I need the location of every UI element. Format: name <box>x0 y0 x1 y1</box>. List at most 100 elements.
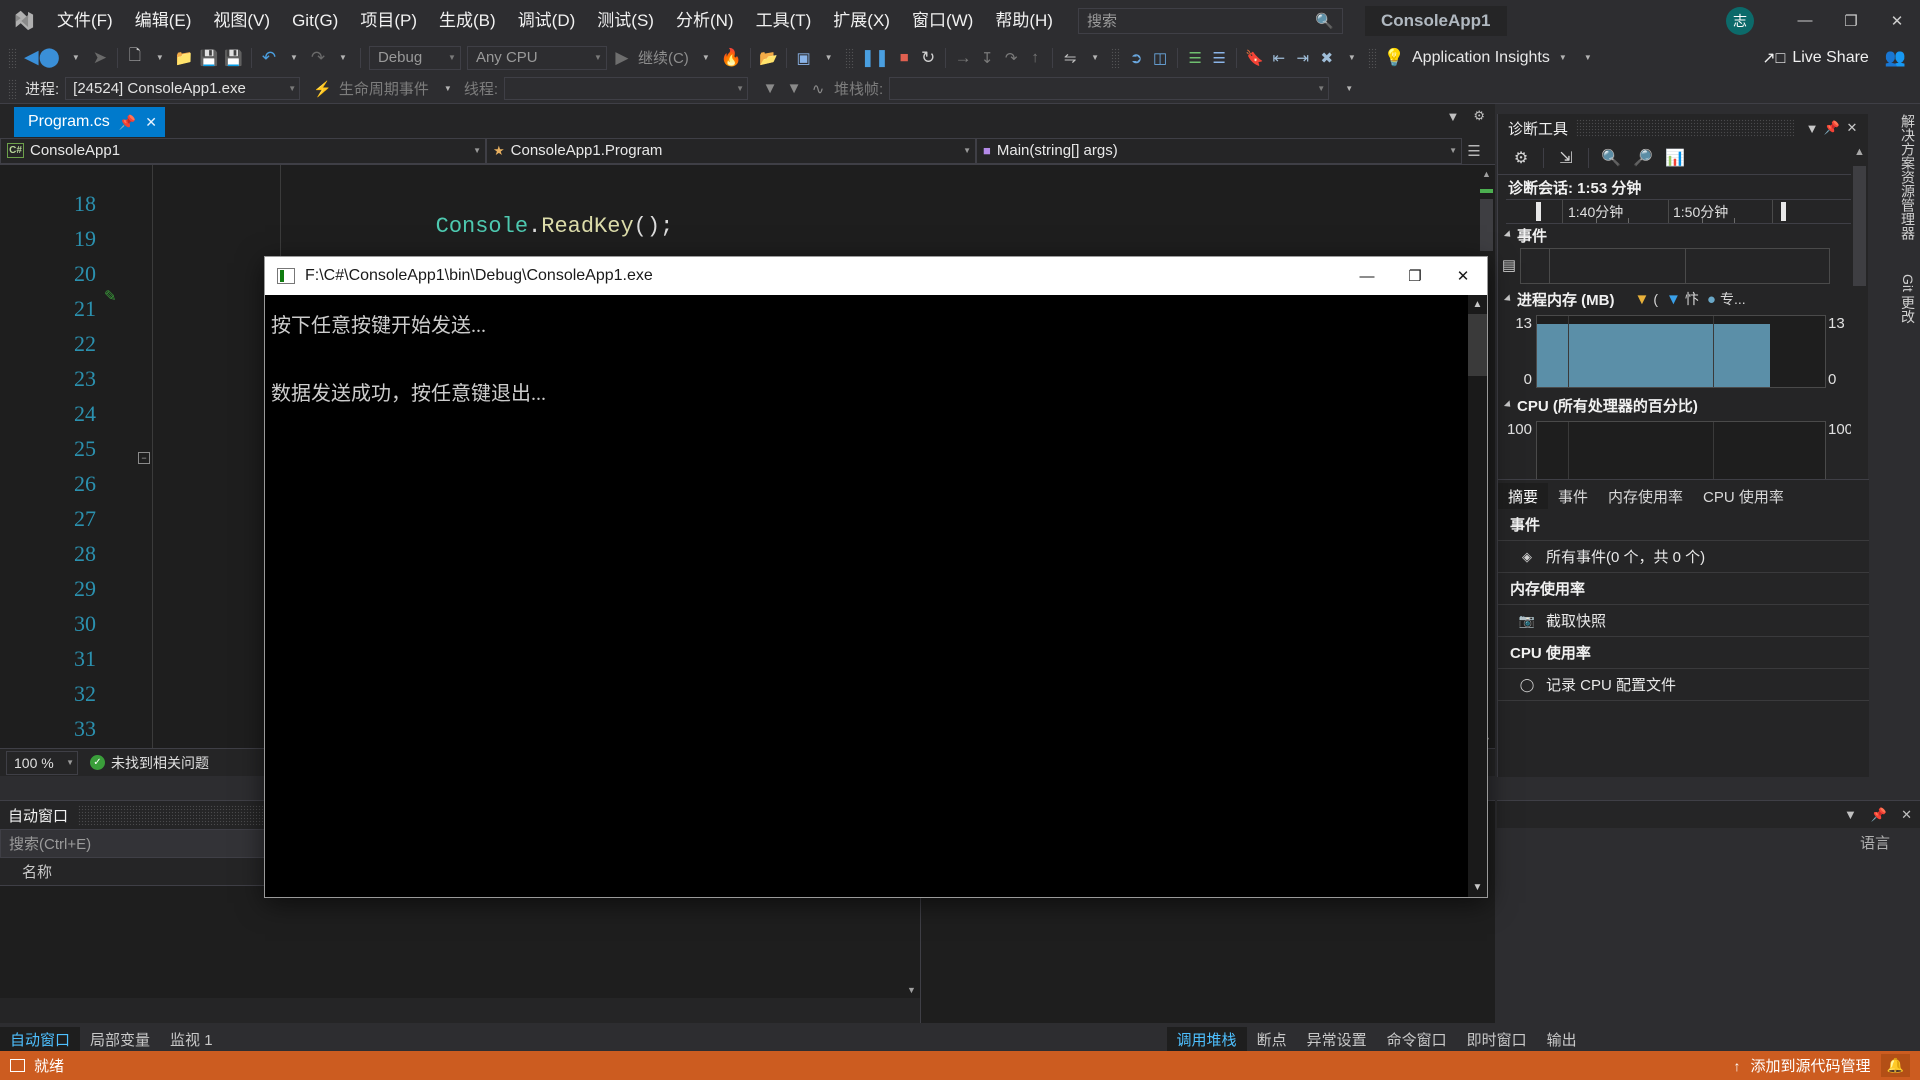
split-view-icon[interactable]: ☰ <box>1462 138 1486 164</box>
window-close-button[interactable]: ✕ <box>1874 0 1920 41</box>
export-icon[interactable]: ⇲ <box>1551 145 1581 171</box>
vtab-solution-explorer[interactable]: 解决方案资源管理器 <box>1894 104 1920 250</box>
diagnostic-vertical-scrollbar[interactable]: ▲ ▼ <box>1851 142 1868 509</box>
panel-drag-area[interactable] <box>1576 119 1794 137</box>
outlining-collapse-icon[interactable]: − <box>138 452 150 464</box>
tab-command-window[interactable]: 命令窗口 <box>1377 1027 1457 1051</box>
autos-rows[interactable]: ▼ <box>0 886 920 998</box>
continue-dropdown-icon[interactable]: ▼ <box>694 45 718 71</box>
toolbar-overflow-icon[interactable]: ▼ <box>1576 45 1600 71</box>
menu-analyze[interactable]: 分析(N) <box>665 0 745 41</box>
bell-icon[interactable]: 🔔 <box>1880 1054 1910 1077</box>
thread-select[interactable]: ▼ <box>504 77 749 100</box>
pin-icon[interactable]: 📌 <box>1822 120 1842 136</box>
tab-program-cs[interactable]: Program.cs 📌 ✕ <box>14 107 165 137</box>
scroll-up-arrow[interactable]: ▲ <box>1851 142 1868 162</box>
continue-button-label[interactable]: 继续(C) <box>634 47 693 68</box>
vtab-git-changes[interactable]: Git 更改 <box>1894 264 1920 334</box>
console-maximize-button[interactable]: ❐ <box>1391 257 1439 295</box>
scroll-up-arrow[interactable]: ▲ <box>1478 165 1495 182</box>
console-title-bar[interactable]: F:\C#\ConsoleApp1\bin\Debug\ConsoleApp1.… <box>265 257 1487 295</box>
upload-arrow-icon[interactable]: ↑ <box>1734 1058 1741 1074</box>
console-window[interactable]: F:\C#\ConsoleApp1\bin\Debug\ConsoleApp1.… <box>265 257 1487 897</box>
scroll-up-arrow[interactable]: ▲ <box>1468 295 1487 314</box>
summary-item-all-events[interactable]: ◈ 所有事件(0 个，共 0 个) <box>1498 541 1869 573</box>
chevron-down-icon[interactable]: ▼ <box>1802 121 1822 136</box>
diagnostic-cpu-section[interactable]: CPU (所有处理器的百分比) <box>1498 394 1868 416</box>
menu-file[interactable]: 文件(F) <box>46 0 124 41</box>
gear-icon[interactable]: ⚙ <box>1506 145 1536 171</box>
lifecycle-events-icon[interactable]: ⚡ <box>310 76 335 102</box>
tab-immediate-window[interactable]: 即时窗口 <box>1457 1027 1537 1051</box>
redo-icon[interactable]: ↷ <box>306 45 330 71</box>
stop-icon[interactable]: ■ <box>892 45 916 71</box>
filter-icon[interactable]: ▼ <box>758 76 782 102</box>
console-output-area[interactable]: 按下任意按键开始发送... 数据发送成功，按任意键退出... ▲ ▼ <box>265 295 1487 897</box>
save-icon[interactable]: 💾 <box>197 45 222 71</box>
bookmark-clear-icon[interactable]: ✖ <box>1315 45 1339 71</box>
bookmark-previous-icon[interactable]: ⇤ <box>1267 45 1291 71</box>
tab-exception-settings[interactable]: 异常设置 <box>1297 1027 1377 1051</box>
menu-help[interactable]: 帮助(H) <box>984 0 1064 41</box>
navigate-back-icon[interactable]: ◀⬤ <box>21 45 63 71</box>
undo-icon[interactable]: ↶ <box>257 45 281 71</box>
tab-locals[interactable]: 局部变量 <box>80 1027 160 1051</box>
live-share-button[interactable]: ↗□ Live Share <box>1762 48 1869 68</box>
live-visual-tree-icon[interactable]: ▣ <box>792 45 816 71</box>
console-close-button[interactable]: ✕ <box>1439 257 1487 295</box>
tab-events[interactable]: 事件 <box>1548 483 1598 509</box>
zoom-out-icon[interactable]: 🔎 <box>1628 145 1658 171</box>
lightbulb-icon[interactable]: 💡 <box>1381 45 1408 71</box>
autos-vertical-scrollbar[interactable]: ▼ <box>903 886 920 998</box>
new-file-dropdown-icon[interactable]: ▼ <box>148 45 172 71</box>
tab-memory-usage[interactable]: 内存使用率 <box>1598 483 1693 509</box>
menu-view[interactable]: 视图(V) <box>202 0 281 41</box>
compare-dropdown-icon[interactable]: ▼ <box>1083 45 1107 71</box>
scroll-down-arrow[interactable]: ▼ <box>903 981 920 998</box>
timeline-marker-current[interactable] <box>1781 202 1786 221</box>
debugbar-overflow-icon[interactable]: ▼ <box>1337 76 1361 102</box>
console-vertical-scrollbar[interactable]: ▲ ▼ <box>1468 295 1487 897</box>
toolbar-grip-2[interactable] <box>844 47 854 68</box>
avatar[interactable]: 志 <box>1726 6 1754 35</box>
step-out-icon[interactable]: ↷ <box>999 45 1023 71</box>
summary-item-take-snapshot[interactable]: 📷 截取快照 <box>1498 605 1869 637</box>
events-track[interactable] <box>1520 248 1830 284</box>
diagnostic-memory-section[interactable]: 进程内存 (MB) ▼ ( ▼ 忭 ● 专... <box>1498 288 1868 310</box>
step-into-icon[interactable]: ↧ <box>975 45 999 71</box>
filter-collapse-icon[interactable]: ▼ <box>782 76 806 102</box>
lifecycle-dropdown-icon[interactable]: ▼ <box>436 76 460 102</box>
application-insights-label[interactable]: Application Insights <box>1412 49 1550 67</box>
compare-icon[interactable]: ⇋ <box>1058 45 1082 71</box>
tab-summary[interactable]: 摘要 <box>1498 483 1549 509</box>
thread-marker-icon[interactable]: ∿ <box>806 76 830 102</box>
bookmark-next-icon[interactable]: ⇥ <box>1291 45 1315 71</box>
menu-edit[interactable]: 编辑(E) <box>124 0 203 41</box>
step-over-icon[interactable]: → <box>951 45 975 71</box>
tab-autos[interactable]: 自动窗口 <box>0 1027 81 1051</box>
scrollbar-thumb[interactable] <box>1480 199 1493 251</box>
menu-window[interactable]: 窗口(W) <box>901 0 984 41</box>
menu-test[interactable]: 测试(S) <box>586 0 665 41</box>
close-icon[interactable]: ✕ <box>1842 120 1862 136</box>
scroll-down-arrow[interactable]: ▼ <box>1468 878 1487 897</box>
toggle-panel-icon[interactable]: ◫ <box>1148 45 1172 71</box>
platform-select[interactable]: Any CPU ▼ <box>466 45 607 70</box>
indent-icon[interactable]: ☰ <box>1183 45 1207 71</box>
process-select[interactable]: [24524] ConsoleApp1.exe ▼ <box>65 77 301 100</box>
attach-to-process-icon[interactable]: 📂 <box>756 45 781 71</box>
navbar-member-select[interactable]: ■ Main(string[] args) ▼ <box>976 137 1462 164</box>
zoom-in-icon[interactable]: 🔍 <box>1596 145 1626 171</box>
menu-extensions[interactable]: 扩展(X) <box>822 0 901 41</box>
window-minimize-button[interactable]: — <box>1782 0 1828 41</box>
pause-icon[interactable]: ❚❚ <box>858 45 893 71</box>
summary-item-record-cpu-profile[interactable]: ◯ 记录 CPU 配置文件 <box>1498 669 1869 701</box>
search-input[interactable]: 搜索 🔍 <box>1077 7 1343 34</box>
scrollbar-thumb[interactable] <box>1468 314 1487 376</box>
restart-icon[interactable]: ↻ <box>916 45 940 71</box>
play-icon[interactable]: ▶ <box>610 45 634 71</box>
window-restore-button[interactable]: ❐ <box>1828 0 1874 41</box>
console-minimize-button[interactable]: — <box>1343 257 1391 295</box>
menu-debug[interactable]: 调试(D) <box>507 0 587 41</box>
menu-project[interactable]: 项目(P) <box>349 0 428 41</box>
